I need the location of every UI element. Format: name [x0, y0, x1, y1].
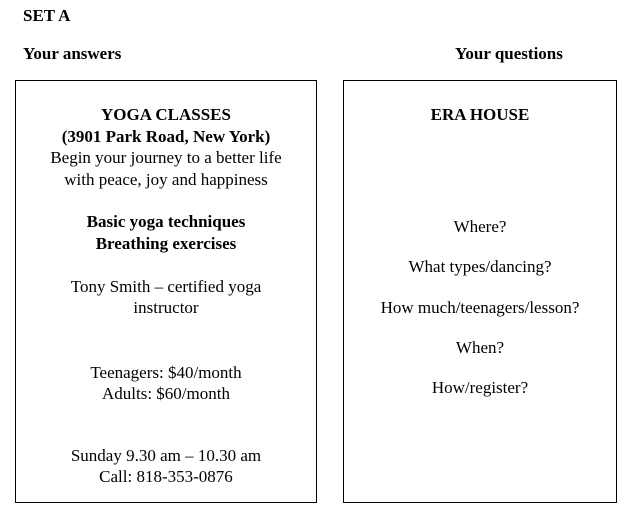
yoga-feature-techniques: Basic yoga techniques — [86, 212, 246, 231]
yoga-price-teenagers: Teenagers: $40/month — [90, 363, 242, 382]
era-house-title: ERA HOUSE — [430, 105, 530, 124]
question-item: Where? — [453, 217, 507, 236]
yoga-tagline-line2: with peace, joy and happiness — [64, 170, 268, 189]
yoga-address: (3901 Park Road, New York) — [61, 127, 271, 146]
question-item: How much/teenagers/lesson? — [380, 298, 580, 317]
yoga-instructor-line2: instructor — [133, 298, 199, 317]
yoga-price-adults: Adults: $60/month — [102, 384, 230, 403]
question-item: When? — [455, 338, 505, 357]
questions-card: ERA HOUSE Where? What types/dancing? How… — [343, 80, 617, 503]
set-title: SET A — [23, 6, 71, 25]
answers-heading: Your answers — [23, 44, 122, 63]
yoga-tagline-line1: Begin your journey to a better life — [50, 148, 282, 167]
questions-heading: Your questions — [455, 44, 563, 63]
yoga-instructor-line1: Tony Smith – certified yoga — [70, 277, 262, 296]
question-item: How/register? — [431, 378, 529, 397]
yoga-phone: Call: 818-353-0876 — [99, 467, 233, 486]
yoga-feature-breathing: Breathing exercises — [95, 234, 237, 253]
yoga-title: YOGA CLASSES — [101, 105, 231, 124]
yoga-schedule: Sunday 9.30 am – 10.30 am — [70, 446, 262, 465]
answers-card: YOGA CLASSES (3901 Park Road, New York) … — [15, 80, 317, 503]
question-item: What types/dancing? — [408, 257, 552, 276]
